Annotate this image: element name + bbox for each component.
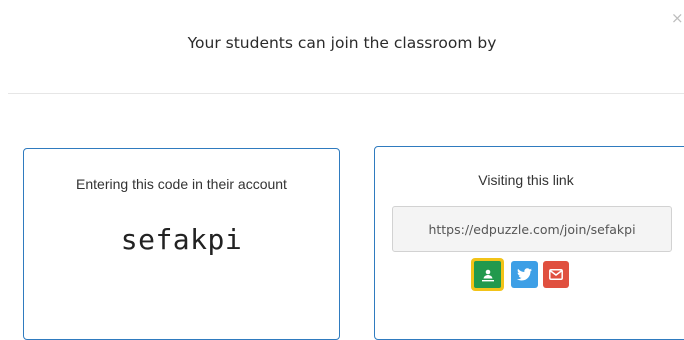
- google-classroom-icon: [481, 269, 494, 281]
- join-link-card: Visiting this link https://edpuzzle.com/…: [374, 146, 684, 340]
- class-code: sefakpi: [120, 223, 243, 256]
- email-share-button[interactable]: [543, 261, 569, 288]
- join-code-card: Entering this code in their account sefa…: [23, 148, 340, 340]
- google-classroom-share-button[interactable]: [471, 258, 504, 291]
- email-icon: [549, 269, 563, 280]
- join-code-label: Entering this code in their account: [76, 176, 287, 192]
- modal-title: Your students can join the classroom by: [187, 34, 497, 52]
- twitter-share-button[interactable]: [511, 261, 538, 288]
- divider: [8, 93, 684, 94]
- join-link-label: Visiting this link: [478, 172, 574, 188]
- join-link-field[interactable]: https://edpuzzle.com/join/sefakpi: [392, 206, 672, 252]
- modal-header: Your students can join the classroom by …: [0, 0, 684, 94]
- close-icon[interactable]: ×: [671, 10, 684, 26]
- twitter-icon: [517, 268, 532, 281]
